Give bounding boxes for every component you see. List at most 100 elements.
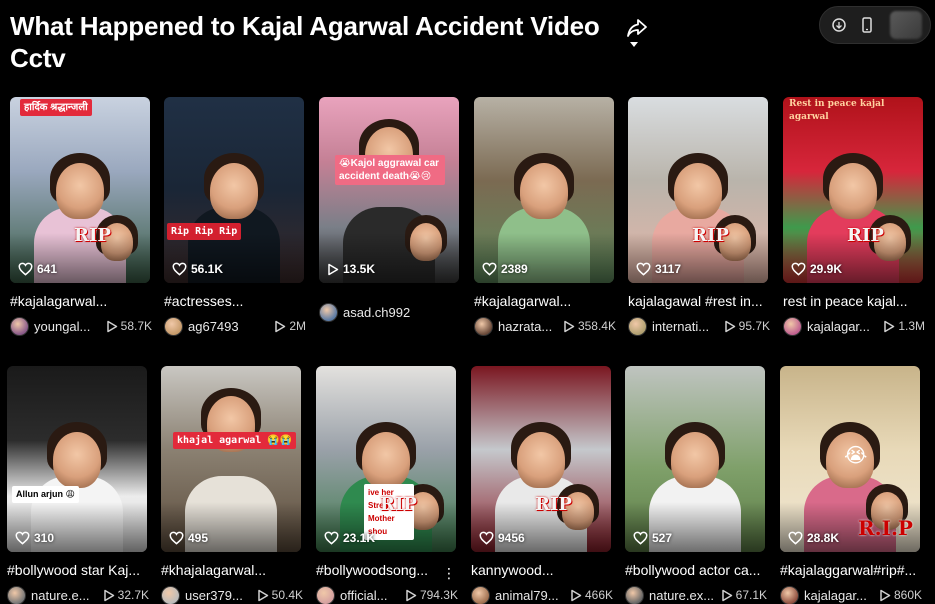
- video-meta: nature.e... 32.7K: [7, 585, 149, 604]
- username-link[interactable]: animal79...: [495, 588, 566, 603]
- play-outline-icon: [880, 589, 891, 601]
- video-caption[interactable]: #kajalagarwal...: [10, 292, 150, 310]
- thumbnail-overlay-text: Allun arjun 😩: [12, 486, 79, 503]
- avatar[interactable]: [625, 585, 644, 604]
- username-link[interactable]: nature.e...: [31, 588, 99, 603]
- activity-icon[interactable]: [830, 16, 848, 34]
- avatar[interactable]: [628, 316, 647, 336]
- play-count-label: 794.3K: [419, 588, 458, 602]
- play-count: 32.7K: [103, 588, 149, 602]
- play-count: 1.3M: [883, 319, 925, 333]
- heart-outline-icon: [479, 531, 494, 545]
- avatar[interactable]: [780, 585, 799, 604]
- video-caption[interactable]: kannywood...: [471, 561, 611, 579]
- profile-avatar[interactable]: [890, 11, 922, 39]
- video-card[interactable]: RIP 9456 kannywood... animal79... 466K: [471, 366, 613, 604]
- video-thumbnail[interactable]: 527: [625, 366, 765, 552]
- video-card[interactable]: RIP 3117 kajalagawal #rest in... internati.…: [628, 97, 770, 336]
- video-card[interactable]: 😭 R.I.P 28.8K #kajalaggarwal#rip#... kajalag…: [780, 366, 922, 604]
- video-card[interactable]: khajal agarwal 😭😭 495 #khajalagarwal... use…: [161, 366, 303, 604]
- avatar[interactable]: [316, 585, 335, 604]
- video-card[interactable]: हार्दिक श्रद्धान्जली RIP 641 #kajalagarwal.…: [10, 97, 152, 336]
- video-card[interactable]: Rip Rip Rip 56.1K #actresses... ag67493 2M: [164, 97, 306, 336]
- play-count-label: 860K: [893, 588, 922, 602]
- video-meta: internati... 95.7K: [628, 316, 770, 336]
- play-count: 58.7K: [106, 319, 152, 333]
- username-link[interactable]: kajalagar...: [807, 319, 879, 334]
- video-meta: animal79... 466K: [471, 585, 613, 604]
- video-caption[interactable]: #bollywood star Kaj...: [7, 561, 147, 579]
- username-link[interactable]: official...: [340, 588, 401, 603]
- video-card[interactable]: ive her Stren Mother shou RIP 23.1K #bollyw…: [316, 366, 458, 604]
- video-caption[interactable]: #bollywood actor ca...: [625, 561, 765, 579]
- mobile-icon[interactable]: [858, 16, 876, 34]
- username-link[interactable]: nature.ex...: [649, 588, 717, 603]
- play-count-label: 358.4K: [577, 319, 616, 333]
- play-count: 794.3K: [405, 588, 458, 602]
- video-thumbnail[interactable]: Rip Rip Rip 56.1K: [164, 97, 304, 283]
- heart-outline-icon: [172, 262, 187, 276]
- play-count: 358.4K: [563, 319, 616, 333]
- video-thumbnail[interactable]: RIP 9456: [471, 366, 611, 552]
- play-outline-icon: [328, 263, 339, 275]
- view-count: 9456: [479, 531, 525, 545]
- video-card[interactable]: 😭Kajol aggrawal car accident death😭😢 13.5…: [319, 97, 461, 322]
- play-count-label: 67.1K: [735, 588, 767, 602]
- more-options-icon[interactable]: ⋮: [442, 565, 456, 582]
- video-thumbnail[interactable]: Allun arjun 😩 310: [7, 366, 147, 552]
- video-thumbnail[interactable]: 😭Kajol aggrawal car accident death😭😢 13.5…: [319, 97, 459, 283]
- video-thumbnail[interactable]: RIP 3117: [628, 97, 768, 283]
- video-caption[interactable]: #actresses...: [164, 292, 304, 310]
- username-link[interactable]: asad.ch992: [343, 305, 461, 320]
- video-thumbnail[interactable]: Rest in peace kajal agarwal RIP 29.9K: [783, 97, 923, 283]
- rip-text: RIP: [535, 494, 572, 515]
- thumbnail-overlay-text: 😭Kajol aggrawal car accident death😭😢: [335, 155, 445, 185]
- video-caption[interactable]: #kajalaggarwal#rip#...: [780, 561, 920, 579]
- play-count: 2M: [274, 319, 306, 333]
- play-count-label: 2M: [289, 319, 306, 333]
- play-count: 50.4K: [257, 588, 303, 602]
- username-link[interactable]: youngal...: [34, 319, 102, 334]
- video-caption[interactable]: #bollywoodsong...: [316, 561, 456, 579]
- video-caption[interactable]: #kajalagarwal...: [474, 292, 614, 310]
- video-thumbnail[interactable]: 😭 R.I.P 28.8K: [780, 366, 920, 552]
- video-thumbnail[interactable]: ive her Stren Mother shou RIP 23.1K: [316, 366, 456, 552]
- play-count-label: 1.3M: [898, 319, 925, 333]
- video-caption[interactable]: kajalagawal #rest in...: [628, 292, 768, 310]
- username-link[interactable]: ag67493: [188, 319, 270, 334]
- video-card[interactable]: 527 #bollywood actor ca... nature.ex... 67.…: [625, 366, 767, 604]
- heart-outline-icon: [18, 262, 33, 276]
- rip-text: RIP: [74, 225, 111, 246]
- video-meta: user379... 50.4K: [161, 585, 303, 604]
- share-arrow-icon: [627, 19, 647, 47]
- avatar[interactable]: [164, 316, 183, 336]
- video-thumbnail[interactable]: हार्दिक श्रद्धान्जली RIP 641: [10, 97, 150, 283]
- video-thumbnail[interactable]: khajal agarwal 😭😭 495: [161, 366, 301, 552]
- username-link[interactable]: hazrata...: [498, 319, 559, 334]
- avatar[interactable]: [783, 316, 802, 336]
- avatar[interactable]: [471, 585, 490, 604]
- username-link[interactable]: internati...: [652, 319, 720, 334]
- avatar[interactable]: [7, 585, 26, 604]
- avatar[interactable]: [161, 585, 180, 604]
- heart-outline-icon: [169, 531, 184, 545]
- thumbnail-overlay-text: हार्दिक श्रद्धान्जली: [20, 99, 92, 116]
- avatar[interactable]: [10, 316, 29, 336]
- thumbnail-overlay-text: khajal agarwal 😭😭: [173, 432, 297, 449]
- video-card[interactable]: Rest in peace kajal agarwal RIP 29.9K rest …: [783, 97, 925, 336]
- share-button[interactable]: [624, 16, 650, 52]
- video-thumbnail[interactable]: 2389: [474, 97, 614, 283]
- view-count: 29.9K: [791, 262, 842, 276]
- play-count: 466K: [570, 588, 613, 602]
- video-card[interactable]: Allun arjun 😩 310 #bollywood star Kaj... na…: [7, 366, 149, 604]
- avatar[interactable]: [319, 302, 338, 322]
- video-caption[interactable]: rest in peace kajal...: [783, 292, 923, 310]
- play-count-label: 95.7K: [738, 319, 770, 333]
- rip-text: R.I.P: [858, 516, 913, 540]
- video-caption[interactable]: #khajalagarwal...: [161, 561, 301, 579]
- avatar[interactable]: [474, 316, 493, 336]
- username-link[interactable]: user379...: [185, 588, 253, 603]
- username-link[interactable]: kajalagar...: [804, 588, 875, 603]
- video-meta: official... 794.3K: [316, 585, 458, 604]
- video-card[interactable]: 2389 #kajalagarwal... hazrata... 358.4K: [474, 97, 616, 336]
